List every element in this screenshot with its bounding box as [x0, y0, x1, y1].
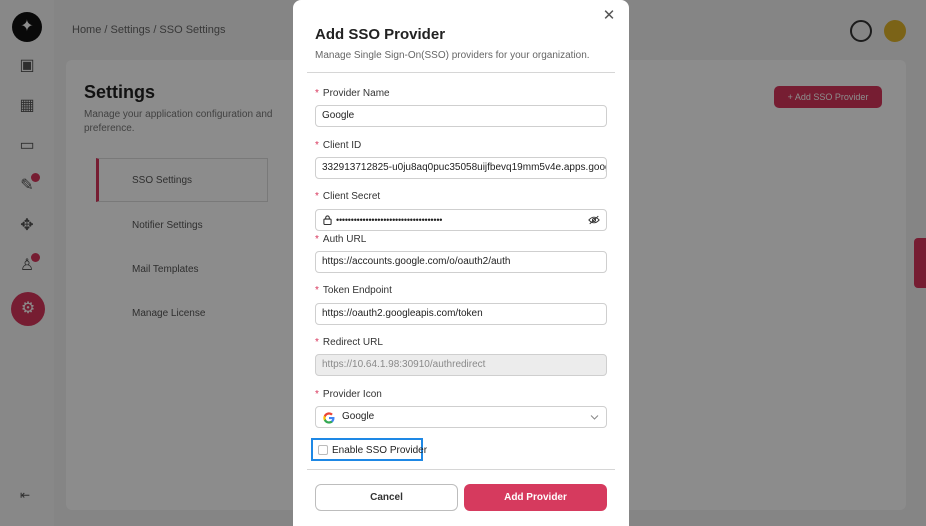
add-sso-provider-dialog: ✕ Add SSO Provider Manage Single Sign-On…: [293, 0, 629, 526]
lock-icon: [323, 215, 332, 225]
label-text: Provider Name: [322, 88, 390, 99]
token-endpoint-input[interactable]: https://oauth2.googleapis.com/token: [315, 303, 607, 325]
required-mark: *: [315, 337, 319, 348]
auth-url-input[interactable]: https://accounts.google.com/o/oauth2/aut…: [315, 251, 607, 273]
footer-divider: [307, 469, 615, 470]
eye-off-icon[interactable]: [588, 215, 600, 225]
enable-sso-provider-label[interactable]: Enable SSO Provider: [332, 445, 427, 456]
label-text: Redirect URL: [322, 337, 383, 348]
required-mark: *: [315, 88, 319, 99]
token-endpoint-label: * Token Endpoint: [315, 285, 392, 296]
chevron-down-icon: [590, 415, 599, 420]
required-mark: *: [315, 234, 319, 245]
label-text: Client ID: [322, 140, 362, 151]
label-text: Client Secret: [322, 191, 381, 202]
client-secret-label: * Client Secret: [315, 191, 380, 202]
provider-name-input[interactable]: Google: [315, 105, 607, 127]
required-mark: *: [315, 285, 319, 296]
cancel-button[interactable]: Cancel: [315, 484, 458, 511]
dialog-subtitle: Manage Single Sign-On(SSO) providers for…: [315, 50, 590, 61]
client-secret-input[interactable]: ••••••••••••••••••••••••••••••••••••: [315, 209, 607, 231]
enable-sso-provider-checkbox-focus-ring[interactable]: Enable SSO Provider: [311, 438, 427, 461]
redirect-url-input: https://10.64.1.98:30910/authredirect: [315, 354, 607, 376]
google-icon: [323, 412, 335, 424]
client-id-label: * Client ID: [315, 140, 361, 151]
label-text: Provider Icon: [322, 389, 382, 400]
client-id-input[interactable]: 332913712825-u0ju8aq0puc35058uijfbevq19m…: [315, 157, 607, 179]
close-icon[interactable]: ✕: [601, 8, 617, 24]
required-mark: *: [315, 389, 319, 400]
divider: [307, 72, 615, 73]
label-text: Auth URL: [322, 234, 367, 245]
provider-icon-select[interactable]: Google: [315, 406, 607, 428]
redirect-url-label: * Redirect URL: [315, 337, 383, 348]
required-mark: *: [315, 140, 319, 151]
provider-icon-label: * Provider Icon: [315, 389, 382, 400]
password-mask: ••••••••••••••••••••••••••••••••••••: [336, 215, 443, 225]
dialog-title: Add SSO Provider: [315, 26, 446, 43]
provider-icon-value: Google: [342, 411, 375, 422]
provider-name-label: * Provider Name: [315, 88, 390, 99]
auth-url-label: * Auth URL: [315, 234, 366, 245]
add-provider-button[interactable]: Add Provider: [464, 484, 607, 511]
label-text: Token Endpoint: [322, 285, 392, 296]
required-mark: *: [315, 191, 319, 202]
enable-sso-provider-checkbox[interactable]: [318, 445, 328, 455]
